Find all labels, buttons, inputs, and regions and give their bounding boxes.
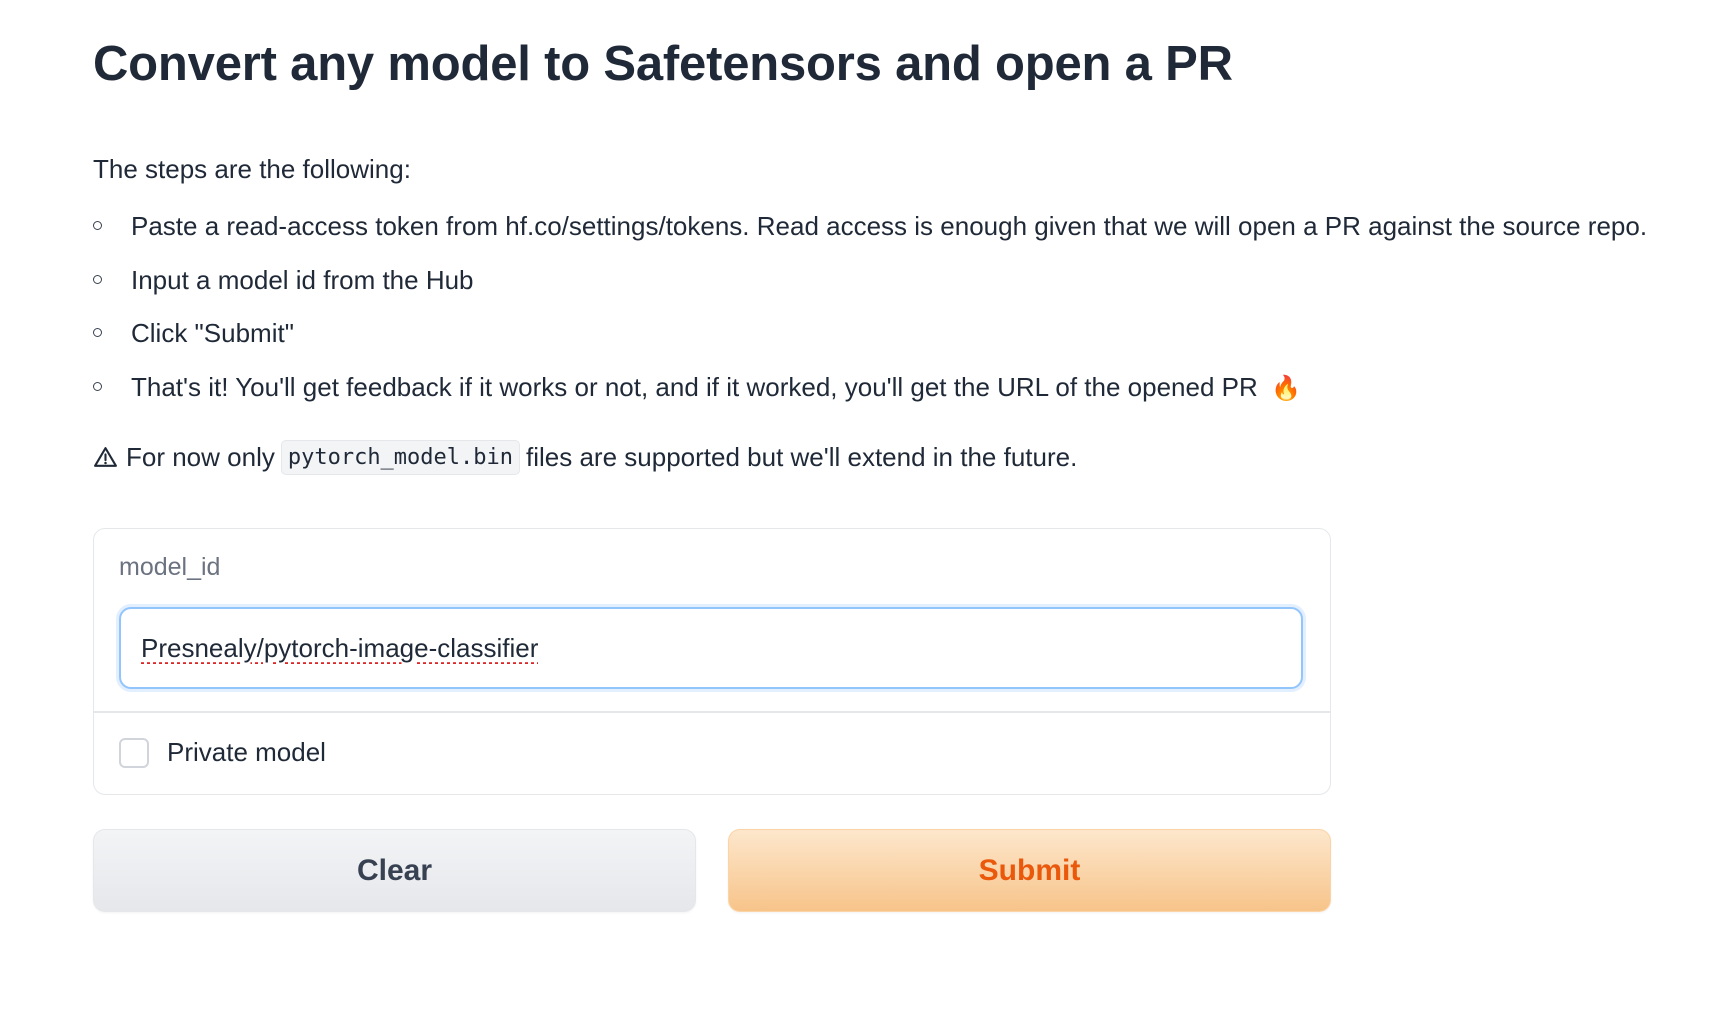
warning-icon (94, 447, 117, 467)
list-item: Input a model id from the Hub (93, 260, 1647, 314)
private-model-row[interactable]: Private model (119, 737, 326, 768)
steps-list: Paste a read-access token from hf.co/set… (93, 206, 1647, 420)
app-page: Convert any model to Safetensors and ope… (0, 0, 1714, 1022)
clear-button[interactable]: Clear (93, 829, 696, 912)
step-text: Click "Submit" (131, 318, 294, 348)
model-id-input[interactable] (119, 607, 1303, 689)
warning-text-after: files are supported but we'll extend in … (526, 442, 1078, 472)
bullet-icon (93, 274, 102, 284)
list-item: Paste a read-access token from hf.co/set… (93, 206, 1647, 260)
divider (94, 711, 1330, 713)
input-form-card: model_id Private model (93, 528, 1331, 795)
step-text: Input a model id from the Hub (131, 264, 474, 295)
bullet-icon (93, 328, 102, 337)
private-model-checkbox[interactable] (119, 737, 149, 768)
model-id-label: model_id (119, 553, 221, 581)
list-item: Click "Submit" (93, 313, 1647, 367)
fire-icon: 🔥 (1271, 374, 1301, 402)
list-item: That's it! You'll get feedback if it wor… (93, 367, 1647, 421)
inline-code: pytorch_model.bin (280, 440, 521, 475)
warning-note: For now only pytorch_model.bin files are… (93, 440, 1077, 475)
bullet-icon (93, 221, 102, 230)
bullet-icon (93, 381, 102, 391)
step-text: That's it! You'll get feedback if it wor… (131, 371, 1258, 402)
submit-button[interactable]: Submit (728, 829, 1331, 912)
steps-intro: The steps are the following: (93, 154, 411, 184)
page-title: Convert any model to Safetensors and ope… (93, 37, 1233, 91)
warning-text-before: For now only (126, 442, 275, 472)
private-model-label: Private model (167, 737, 326, 767)
step-text: Paste a read-access token from hf.co/set… (131, 211, 1648, 241)
